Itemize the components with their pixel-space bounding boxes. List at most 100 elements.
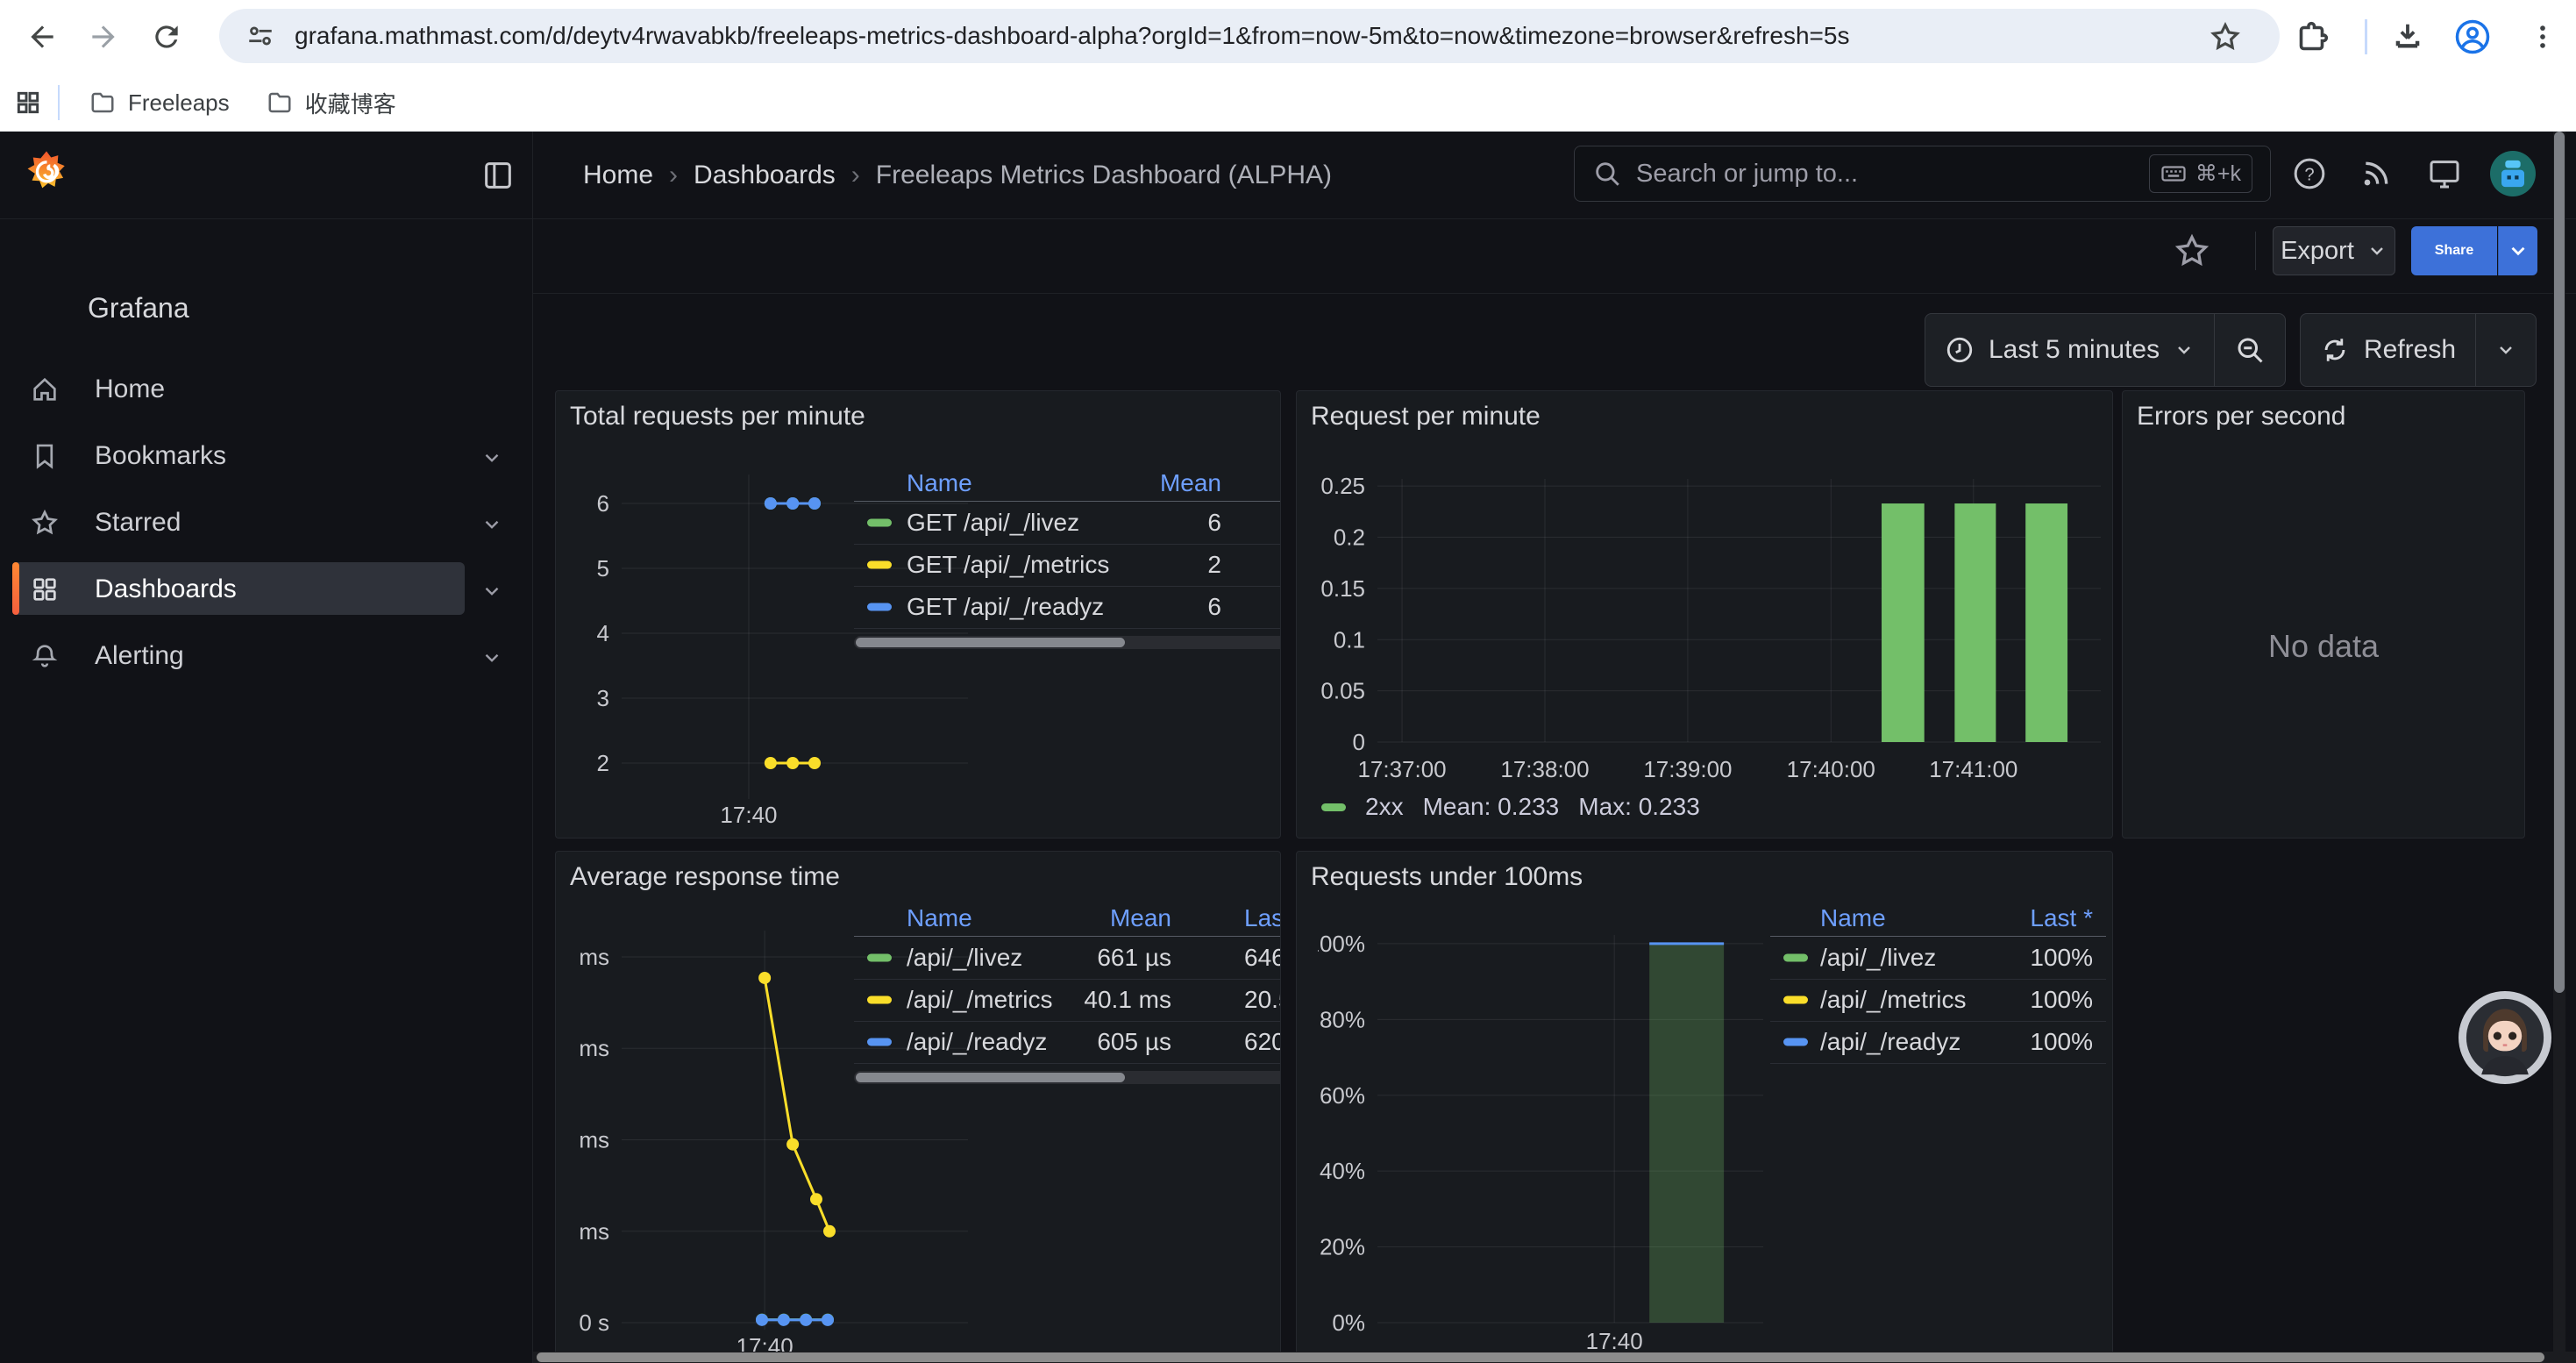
- sidebar-item-bookmarks[interactable]: Bookmarks: [0, 422, 533, 489]
- browser-menu-button[interactable]: [2518, 12, 2567, 61]
- panel-title[interactable]: Requests under 100ms: [1311, 862, 1583, 892]
- legend-table-row[interactable]: GET /api/_/metrics2: [854, 544, 1281, 586]
- news-button[interactable]: [2355, 153, 2397, 195]
- panel-title[interactable]: Average response time: [570, 862, 840, 892]
- refresh-interval-button[interactable]: [2476, 314, 2536, 386]
- table-header[interactable]: Mean: [1160, 469, 1221, 497]
- sidebar-item-dashboards[interactable]: Dashboards: [0, 555, 533, 622]
- bookmark-page-button[interactable]: [2201, 12, 2250, 61]
- refresh-button[interactable]: Refresh: [2301, 314, 2475, 386]
- panel-title[interactable]: Total requests per minute: [570, 402, 865, 432]
- reload-button[interactable]: [142, 12, 191, 61]
- table-hscrollbar-track[interactable]: [854, 636, 1281, 649]
- rss-icon: [2359, 156, 2394, 191]
- screen: grafana.mathmast.com/d/deytv4rwavabkb/fr…: [0, 0, 2576, 1363]
- url-text: grafana.mathmast.com/d/deytv4rwavabkb/fr…: [295, 22, 1849, 50]
- downloads-button[interactable]: [2383, 12, 2432, 61]
- favorite-dashboard-button[interactable]: [2173, 232, 2211, 275]
- svg-text:5: 5: [597, 555, 609, 582]
- back-button[interactable]: [18, 12, 67, 61]
- table-cell: /api/_/readyz: [907, 1028, 1047, 1056]
- table-hscrollbar-thumb[interactable]: [856, 1073, 1125, 1082]
- sidebar-item-starred[interactable]: Starred: [0, 489, 533, 555]
- table-hscrollbar-thumb[interactable]: [856, 638, 1125, 647]
- table-cell: GET /api/_/livez: [907, 509, 1079, 537]
- table-header[interactable]: Name: [907, 469, 972, 497]
- table-header[interactable]: Last *: [2030, 904, 2093, 932]
- table-cell: 40.1 ms: [1084, 986, 1171, 1014]
- forward-button[interactable]: [79, 12, 128, 61]
- search-input[interactable]: Search or jump to... ⌘+k: [1574, 146, 2271, 202]
- time-range-group: Last 5 minutes: [1925, 313, 2286, 387]
- sidebar-item-home[interactable]: Home: [0, 355, 533, 422]
- legend-table-row[interactable]: /api/_/metrics40.1 ms20.5 r: [854, 979, 1281, 1021]
- url-bar[interactable]: grafana.mathmast.com/d/deytv4rwavabkb/fr…: [219, 9, 2280, 63]
- export-button[interactable]: Export: [2273, 226, 2395, 275]
- row-divider: [854, 628, 1281, 629]
- table-header[interactable]: Name: [1820, 904, 1886, 932]
- vertical-scrollbar-thumb[interactable]: [2554, 132, 2565, 993]
- home-icon: [30, 375, 60, 404]
- three-dot-menu-icon: [2528, 22, 2558, 52]
- svg-text:0 s: 0 s: [579, 1309, 609, 1336]
- legend-table-row[interactable]: /api/_/livez661 µs646: [854, 937, 1281, 979]
- legend-table-row[interactable]: GET /api/_/readyz6: [854, 586, 1281, 628]
- panel-average-response-time: Average response time 80 ms60 ms40 ms20 …: [555, 851, 1281, 1363]
- share-menu-button[interactable]: [2498, 226, 2537, 275]
- series-color-pill: [867, 996, 892, 1004]
- bookmarks-bar: Freeleaps收藏博客: [0, 74, 2576, 132]
- request-per-minute-chart: 00.050.10.150.20.2517:37:0017:38:0017:39…: [1318, 461, 2111, 838]
- svg-text:0.05: 0.05: [1320, 678, 1365, 704]
- table-hscrollbar-track[interactable]: [854, 1071, 1281, 1084]
- row-divider: [1770, 1063, 2106, 1064]
- forward-arrow-icon: [87, 20, 120, 54]
- sidebar-item-label: Home: [95, 375, 165, 404]
- bookmark-folder-0[interactable]: Freeleaps: [75, 82, 244, 124]
- table-cell: 661 µs: [1097, 944, 1171, 972]
- table-cell: 620: [1244, 1028, 1281, 1056]
- avatar-girl-image: [2465, 997, 2545, 1078]
- request-per-minute-legend[interactable]: 2xx Mean: 0.233 Max: 0.233: [1321, 793, 1700, 821]
- sidebar-item-label: Bookmarks: [95, 441, 226, 471]
- table-header[interactable]: Name: [907, 904, 972, 932]
- help-button[interactable]: ?: [2288, 153, 2330, 195]
- user-avatar-image: [2490, 151, 2536, 196]
- chevron-down-icon[interactable]: [480, 446, 503, 469]
- legend-table-row[interactable]: /api/_/metrics100%: [1770, 979, 2106, 1021]
- legend-table-row[interactable]: GET /api/_/livez6: [854, 502, 1281, 544]
- apps-button[interactable]: [7, 82, 49, 124]
- legend-table-row[interactable]: /api/_/livez100%: [1770, 937, 2106, 979]
- bookmark-folder-1[interactable]: 收藏博客: [253, 82, 410, 124]
- action-divider: [2255, 232, 2256, 270]
- extensions-button[interactable]: [2288, 12, 2338, 61]
- sidebar-item-alerting[interactable]: Alerting: [0, 622, 533, 689]
- svg-text:17:37:00: 17:37:00: [1357, 756, 1446, 782]
- profile-button[interactable]: [2448, 12, 2497, 61]
- series-color-pill: [867, 603, 892, 611]
- share-button[interactable]: Share: [2411, 226, 2497, 275]
- legend-table-row[interactable]: /api/_/readyz100%: [1770, 1021, 2106, 1063]
- svg-text:6: 6: [597, 490, 609, 517]
- table-cell: 100%: [2030, 944, 2093, 972]
- panel-title[interactable]: Errors per second: [2137, 402, 2345, 432]
- breadcrumb-item-1[interactable]: Dashboards: [694, 161, 836, 190]
- display-button[interactable]: [2423, 153, 2466, 195]
- user-avatar[interactable]: [2490, 151, 2536, 196]
- time-range-picker[interactable]: Last 5 minutes: [1925, 314, 2214, 386]
- sidebar-toggle-button[interactable]: [480, 158, 516, 197]
- legend-table-row[interactable]: /api/_/readyz605 µs620: [854, 1021, 1281, 1063]
- table-header[interactable]: Mean: [1110, 904, 1171, 932]
- chevron-down-icon[interactable]: [480, 580, 503, 603]
- search-shortcut-text: ⌘+k: [2195, 161, 2241, 187]
- chevron-down-icon[interactable]: [480, 646, 503, 669]
- zoom-out-button[interactable]: [2215, 314, 2285, 386]
- chevron-down-icon: [2507, 239, 2530, 262]
- assistant-avatar[interactable]: [2459, 991, 2551, 1084]
- chevron-down-icon[interactable]: [480, 513, 503, 536]
- panel-title[interactable]: Request per minute: [1311, 402, 1541, 432]
- breadcrumb-item-0[interactable]: Home: [583, 161, 653, 190]
- table-header-row: Name Last *: [1770, 900, 2106, 937]
- horizontal-scrollbar-thumb[interactable]: [537, 1352, 2544, 1362]
- svg-text:60 ms: 60 ms: [573, 1035, 609, 1061]
- table-header[interactable]: Las: [1244, 904, 1281, 932]
